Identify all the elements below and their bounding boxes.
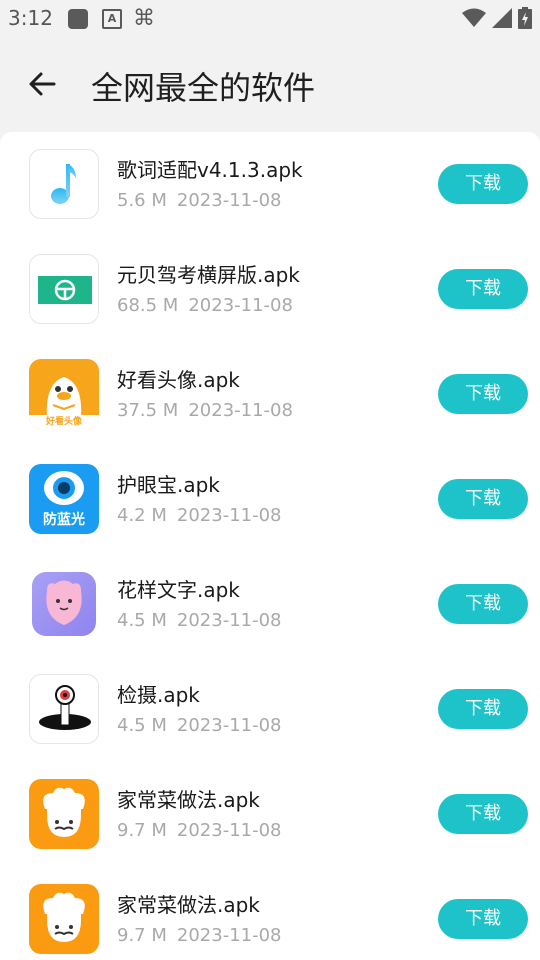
app-size: 9.7 M: [117, 925, 167, 946]
list-item: 花样文字.apk 4.5 M 2023-11-08 下载: [0, 552, 540, 657]
app-name: 护眼宝.apk: [117, 473, 220, 497]
app-meta: 5.6 M 2023-11-08: [117, 190, 282, 211]
app-name: 元贝驾考横屏版.apk: [117, 263, 300, 287]
app-meta: 9.7 M 2023-11-08: [117, 925, 282, 946]
app-meta: 9.7 M 2023-11-08: [117, 820, 282, 841]
app-size: 4.5 M: [117, 715, 167, 736]
list-item: 好看头像 好看头像.apk 37.5 M 2023-11-08 下载: [0, 342, 540, 447]
icon-caption: 好看头像: [45, 417, 82, 427]
app-meta: 4.5 M 2023-11-08: [117, 715, 282, 736]
arrow-left-icon: [29, 72, 56, 96]
app-name: 家常菜做法.apk: [117, 788, 260, 812]
download-button[interactable]: 下载: [438, 584, 528, 624]
download-button[interactable]: 下载: [438, 374, 528, 414]
app-list: 歌词适配v4.1.3.apk 5.6 M 2023-11-08 下载 元贝驾考横屏…: [0, 132, 540, 960]
bug-icon: ⌘: [133, 6, 155, 31]
a-box-icon: A: [101, 8, 123, 30]
app-meta: 4.2 M 2023-11-08: [117, 505, 282, 526]
app-date: 2023-11-08: [188, 295, 293, 316]
camera-scope-icon: [29, 674, 99, 744]
app-date: 2023-11-08: [176, 820, 282, 841]
app-name: 歌词适配v4.1.3.apk: [117, 158, 303, 182]
eye-icon: 防蓝光: [29, 464, 99, 534]
download-button[interactable]: 下载: [438, 269, 528, 309]
app-date: 2023-11-08: [176, 715, 282, 736]
signal-icon: [492, 8, 512, 28]
back-button[interactable]: [24, 66, 60, 102]
download-button[interactable]: 下载: [438, 479, 528, 519]
status-right-icons: [462, 7, 532, 29]
top-app-bar: 全网最全的软件: [0, 38, 540, 132]
list-item: 检摄.apk 4.5 M 2023-11-08 下载: [0, 657, 540, 762]
page-title: 全网最全的软件: [91, 69, 316, 107]
app-date: 2023-11-08: [188, 400, 293, 421]
app-meta: 68.5 M 2023-11-08: [117, 295, 293, 316]
app-name: 好看头像.apk: [117, 368, 240, 392]
chef-icon: [29, 884, 99, 954]
icon-caption: 防蓝光: [43, 512, 85, 528]
list-item: 防蓝光 护眼宝.apk 4.2 M 2023-11-08 下载: [0, 447, 540, 552]
app-size: 37.5 M: [117, 400, 179, 421]
music-note-icon: [29, 149, 99, 219]
app-date: 2023-11-08: [176, 505, 282, 526]
battery-charging-icon: [518, 7, 532, 29]
steering-wheel-icon: [29, 254, 99, 324]
download-button[interactable]: 下载: [438, 899, 528, 939]
download-button[interactable]: 下载: [438, 689, 528, 729]
app-name: 花样文字.apk: [117, 578, 240, 602]
app-square-icon: [67, 8, 89, 30]
app-date: 2023-11-08: [176, 190, 282, 211]
wifi-icon: [462, 8, 486, 27]
app-size: 9.7 M: [117, 820, 167, 841]
chef-icon: [29, 779, 99, 849]
download-button[interactable]: 下载: [438, 164, 528, 204]
list-item: 元贝驾考横屏版.apk 68.5 M 2023-11-08 下载: [0, 237, 540, 342]
app-name: 家常菜做法.apk: [117, 893, 260, 917]
app-size: 4.2 M: [117, 505, 167, 526]
status-time: 3:12: [8, 6, 53, 30]
app-size: 4.5 M: [117, 610, 167, 631]
list-item: 家常菜做法.apk 9.7 M 2023-11-08 下载: [0, 762, 540, 867]
download-button[interactable]: 下载: [438, 794, 528, 834]
app-name: 检摄.apk: [117, 683, 200, 707]
app-size: 5.6 M: [117, 190, 167, 211]
list-item: 歌词适配v4.1.3.apk 5.6 M 2023-11-08 下载: [0, 132, 540, 237]
app-date: 2023-11-08: [176, 610, 282, 631]
app-size: 68.5 M: [117, 295, 179, 316]
app-meta: 37.5 M 2023-11-08: [117, 400, 293, 421]
app-meta: 4.5 M 2023-11-08: [117, 610, 282, 631]
flower-face-icon: [29, 569, 99, 639]
app-date: 2023-11-08: [176, 925, 282, 946]
duck-avatar-icon: 好看头像: [29, 359, 99, 429]
status-bar: 3:12 A ⌘: [0, 0, 540, 38]
list-item: 家常菜做法.apk 9.7 M 2023-11-08 下载: [0, 867, 540, 960]
